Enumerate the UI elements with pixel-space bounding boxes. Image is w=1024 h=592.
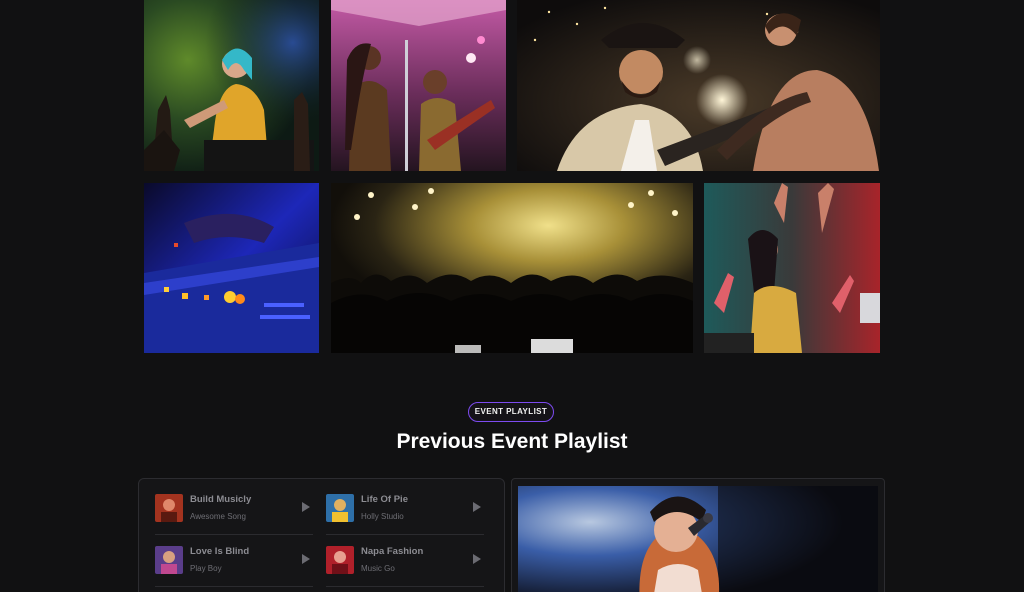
photo-green-smoke <box>144 0 319 171</box>
gallery-photo-pink-stage-band <box>331 0 506 171</box>
divider <box>326 586 484 587</box>
play-icon[interactable] <box>472 553 482 565</box>
play-icon[interactable] <box>301 553 311 565</box>
track-artist: Holly Studio <box>361 512 404 521</box>
track-item[interactable]: Love Is Blind Play Boy <box>155 536 313 587</box>
photo-dj-mixer <box>144 183 319 353</box>
page: EVENT PLAYLIST Previous Event Playlist B… <box>0 0 1024 592</box>
section-title: Previous Event Playlist <box>396 430 628 453</box>
event-playlist-badge: EVENT PLAYLIST <box>468 402 554 422</box>
track-item[interactable]: Build Musicly Awesome Song <box>155 484 313 535</box>
track-title: Build Musicly <box>190 494 252 505</box>
track-artist: Awesome Song <box>190 512 246 521</box>
track-artist: Play Boy <box>190 564 222 573</box>
gallery-photo-dancer-red-smoke <box>704 183 880 353</box>
divider <box>326 534 484 535</box>
track-cover <box>155 546 183 574</box>
play-icon[interactable] <box>301 501 311 513</box>
photo-guitarists <box>517 0 880 171</box>
photo-crowd-lights <box>331 183 693 353</box>
gallery-photo-crowd-lights <box>331 183 693 353</box>
divider <box>155 534 313 535</box>
track-item[interactable]: Life Of Pie Holly Studio <box>326 484 484 535</box>
track-title: Life Of Pie <box>361 494 408 505</box>
track-artist: Music Go <box>361 564 395 573</box>
track-title: Napa Fashion <box>361 546 424 557</box>
track-cover <box>326 546 354 574</box>
track-item[interactable]: Napa Fashion Music Go <box>326 536 484 587</box>
gallery-photo-guitarists <box>517 0 880 171</box>
playlist-panel: Build Musicly Awesome Song Life Of Pie H… <box>138 478 505 592</box>
gallery-photo-dj-mixer <box>144 183 319 353</box>
track-title: Love Is Blind <box>190 546 250 557</box>
photo-dancer-red-smoke <box>704 183 880 353</box>
divider <box>155 586 313 587</box>
featured-singer-photo <box>518 486 878 592</box>
track-cover <box>326 494 354 522</box>
gallery-photo-green-smoke-singer <box>144 0 319 171</box>
track-cover <box>155 494 183 522</box>
play-icon[interactable] <box>472 501 482 513</box>
photo-singer-microphone <box>518 486 878 592</box>
photo-pink-stage <box>331 0 506 171</box>
